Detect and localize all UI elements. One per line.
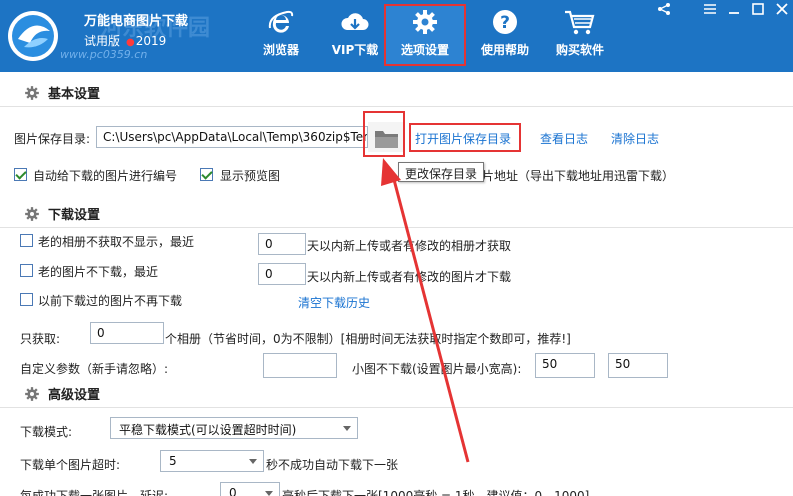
- edition-label: 试用版: [84, 34, 121, 48]
- gear-icon: [25, 206, 39, 221]
- timeout-label: 下载单个图片超时:: [20, 458, 121, 472]
- custom-param-label: 自定义参数（新手请忽略）:: [20, 362, 169, 376]
- view-log-link[interactable]: 查看日志: [540, 130, 588, 147]
- watermark-text: www.pc0359.cn: [60, 48, 148, 61]
- interval-label: 每成功下载一张图片，延迟:: [20, 489, 169, 496]
- maximize-icon: [752, 3, 764, 15]
- toolbar-browser-button[interactable]: 浏览器: [254, 6, 308, 64]
- menu-icon: [704, 4, 716, 14]
- show-preview-label: 显示预览图: [220, 169, 281, 183]
- minimize-button[interactable]: [724, 2, 744, 20]
- gear-icon: [25, 85, 39, 100]
- cart-icon: [565, 10, 595, 35]
- app-title: 万能电商图片下载: [84, 14, 189, 29]
- cloud-download-icon: [341, 13, 369, 30]
- skip-old-image-checkbox[interactable]: [20, 264, 33, 277]
- section-basic-settings: 基本设置: [24, 83, 100, 103]
- chevron-down-icon: [249, 459, 257, 464]
- edition-dot-icon: ●: [126, 37, 135, 48]
- auto-number-label: 自动给下载的图片进行编号: [33, 169, 178, 183]
- divider: [0, 227, 793, 228]
- clear-history-link[interactable]: 清空下载历史: [298, 294, 370, 311]
- gear-icon: [25, 386, 39, 401]
- minimize-icon: [729, 12, 739, 14]
- select-value: 0: [229, 486, 237, 496]
- section-heading: 下载设置: [48, 208, 101, 223]
- min-height-input[interactable]: 50: [608, 353, 668, 378]
- toolbar-help-button[interactable]: ? 使用帮助: [476, 6, 534, 64]
- edition-year: 2019: [135, 34, 167, 48]
- min-size-label: 小图不下载(设置图片最小宽高):: [352, 362, 522, 376]
- interval-select[interactable]: 0: [220, 482, 280, 496]
- toolbar-buy-button[interactable]: 购买软件: [548, 6, 612, 64]
- divider: [0, 106, 793, 107]
- chevron-down-icon: [265, 491, 273, 496]
- ie-icon: [268, 10, 294, 33]
- maximize-button[interactable]: [748, 2, 768, 20]
- toolbar-label: 选项设置: [400, 43, 449, 57]
- help-icon: ?: [493, 10, 517, 34]
- timeout-select[interactable]: 5: [160, 450, 264, 472]
- only-get-tail: 个相册（节省时间，0为不限制）[相册时间无法获取时指定个数即可，推荐!]: [165, 332, 571, 346]
- skip-downloaded-label: 以前下载过的图片不再下载: [38, 294, 183, 308]
- close-icon: [776, 3, 788, 15]
- select-value: 5: [169, 454, 177, 468]
- gear-icon: [413, 10, 437, 34]
- section-heading: 高级设置: [48, 388, 101, 403]
- title-bar: 河东软件园 万能电商图片下载 试用版 ●2019 www.pc0359.cn 浏览…: [0, 0, 793, 72]
- menu-button[interactable]: [700, 2, 720, 20]
- save-dir-input[interactable]: C:\Users\pc\AppData\Local\Temp\360zip$Te…: [96, 126, 368, 148]
- share-icon: [658, 3, 670, 15]
- toolbar-label: 浏览器: [262, 43, 299, 57]
- custom-param-input[interactable]: [263, 353, 337, 378]
- export-url-label: 片地址（导出下载地址用迅雷下载）: [482, 169, 675, 183]
- toolbar-vip-download-button[interactable]: VIP下载: [326, 6, 384, 64]
- auto-number-checkbox[interactable]: [14, 168, 27, 181]
- section-advanced-settings: 高级设置: [24, 384, 100, 404]
- min-width-input[interactable]: 50: [535, 353, 595, 378]
- svg-text:?: ?: [500, 13, 510, 33]
- old-album-tail: 天以内新上传或者有修改的相册才获取: [307, 239, 512, 253]
- divider: [0, 407, 793, 408]
- section-heading: 基本设置: [48, 87, 101, 102]
- interval-tail: 毫秒后下载下一张[1000毫秒 = 1秒，建议值：0 - 1000]: [282, 489, 590, 496]
- section-download-settings: 下载设置: [24, 204, 100, 224]
- app-logo-icon: [8, 11, 58, 61]
- skip-old-image-label: 老的图片不下载，最近: [38, 265, 159, 279]
- toolbar-label: 购买软件: [555, 43, 604, 57]
- skip-downloaded-checkbox[interactable]: [20, 293, 33, 306]
- old-image-tail: 天以内新上传或者有修改的图片才下载: [307, 270, 512, 284]
- old-image-days-input[interactable]: 0: [258, 263, 306, 285]
- share-button[interactable]: [654, 2, 674, 20]
- highlight-box: [363, 111, 405, 157]
- toolbar-options-button[interactable]: 选项设置: [384, 4, 466, 66]
- open-save-dir-link[interactable]: 打开图片保存目录: [415, 130, 511, 147]
- select-value: 平稳下载模式(可以设置超时时间): [119, 423, 297, 437]
- close-button[interactable]: [772, 2, 792, 20]
- skip-old-album-checkbox[interactable]: [20, 234, 33, 247]
- tooltip-change-dir: 更改保存目录: [398, 162, 485, 182]
- toolbar-label: 使用帮助: [480, 43, 529, 57]
- timeout-tail: 秒不成功自动下载下一张: [266, 458, 399, 472]
- only-get-input[interactable]: 0: [90, 322, 164, 344]
- save-dir-label: 图片保存目录:: [14, 132, 91, 146]
- download-mode-select[interactable]: 平稳下载模式(可以设置超时时间): [110, 417, 358, 439]
- toolbar-label: VIP下载: [331, 43, 379, 57]
- skip-old-album-label: 老的相册不获取不显示，最近: [38, 235, 195, 249]
- app-edition: 试用版 ●2019: [84, 32, 166, 49]
- chevron-down-icon: [343, 426, 351, 431]
- only-get-label: 只获取:: [20, 332, 61, 346]
- old-album-days-input[interactable]: 0: [258, 233, 306, 255]
- show-preview-checkbox[interactable]: [200, 168, 213, 181]
- download-mode-label: 下载模式:: [20, 425, 73, 439]
- clear-log-link[interactable]: 清除日志: [611, 130, 659, 147]
